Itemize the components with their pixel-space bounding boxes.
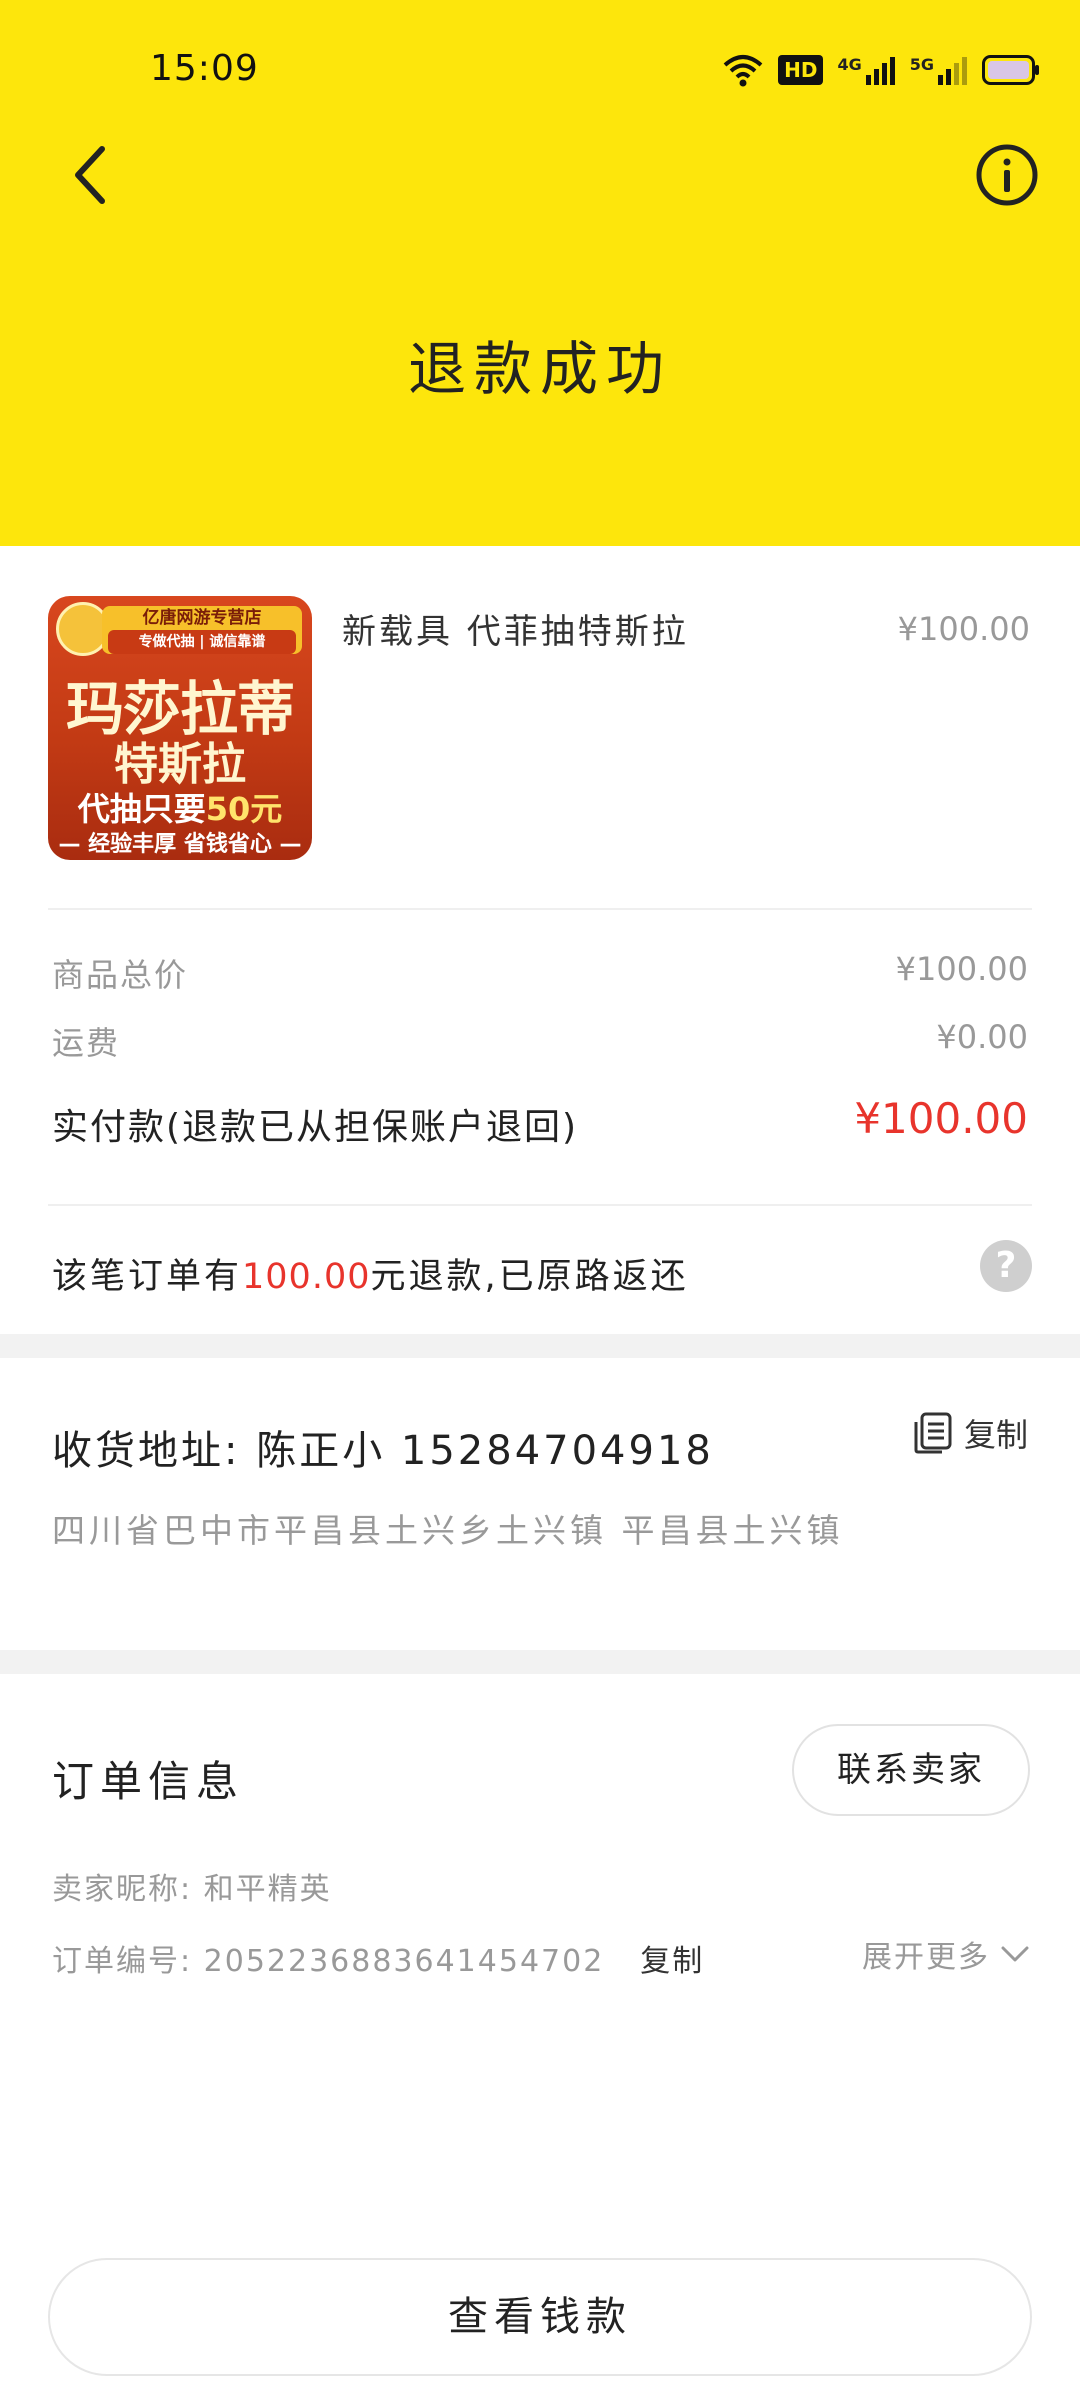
price-row-value: ¥100.00: [854, 1094, 1028, 1143]
seller-nickname: 卖家昵称: 和平精英: [52, 1872, 332, 1907]
chevron-left-icon: [75, 146, 105, 204]
refund-note: 该笔订单有100.00元退款,已原路返还: [52, 1248, 689, 1299]
thumb-line-3-amount: 50元: [205, 790, 283, 828]
status-icons: HD 4G 5G: [722, 50, 1040, 90]
status-time: 15:09: [150, 48, 259, 89]
shop-badge-text: 亿唐网游专营店: [142, 608, 262, 628]
product-name: 新载具 代菲抽特斯拉: [342, 612, 689, 652]
address-title: 收货地址: 陈正小 15284704918: [52, 1428, 714, 1474]
shop-badge-sub: 专做代抽 | 诚信靠谱: [108, 630, 296, 654]
product-thumbnail[interactable]: 亿唐网游专营店 专做代抽 | 诚信靠谱 玛莎拉蒂 特斯拉 代抽只要50元 — 经…: [48, 596, 312, 860]
copy-order-number-button[interactable]: 复制: [640, 1944, 704, 1979]
thumb-line-2: 特斯拉: [114, 739, 246, 790]
price-row-label: 实付款(退款已从担保账户退回): [52, 1107, 579, 1148]
copy-address-button[interactable]: 复制: [914, 1408, 1028, 1458]
signal-5g-icon: 5G: [910, 55, 968, 85]
divider: [48, 908, 1032, 910]
help-icon[interactable]: ?: [980, 1240, 1032, 1292]
expand-more-label: 展开更多: [862, 1940, 990, 1975]
header: 15:09 HD 4G 5G 退款成功: [0, 0, 1080, 546]
chevron-down-icon: [1001, 1946, 1029, 1962]
view-funds-button[interactable]: 查看钱款: [48, 2258, 1032, 2376]
order-info-title: 订单信息: [52, 1757, 245, 1806]
product-price: ¥100.00: [897, 610, 1030, 648]
signal-4g-icon: 4G: [837, 55, 895, 85]
copy-icon: [914, 1412, 952, 1454]
copy-address-label: 复制: [963, 1416, 1028, 1454]
wifi-icon: [722, 53, 764, 87]
status-bar: 15:09 HD 4G 5G: [0, 0, 1080, 140]
refund-note-suffix: 元退款,已原路返还: [370, 1257, 689, 1297]
back-button[interactable]: [60, 140, 120, 210]
order-number: 订单编号: 2052236883641454702: [52, 1944, 605, 1979]
order-number-row: 订单编号: 2052236883641454702 复制: [52, 1936, 704, 1980]
divider: [48, 1204, 1032, 1206]
hd-icon: HD: [778, 55, 824, 85]
shop-badge: 亿唐网游专营店 专做代抽 | 诚信靠谱: [102, 606, 302, 654]
thumb-line-3-prefix: 代抽只要: [77, 790, 206, 828]
price-row-value: ¥0.00: [936, 1018, 1028, 1056]
refund-note-prefix: 该笔订单有: [52, 1257, 243, 1297]
expand-more-button[interactable]: 展开更多: [862, 1932, 1030, 1976]
price-row-label: 商品总价: [52, 956, 189, 994]
section-separator: [0, 1334, 1080, 1358]
signal-5g-label: 5G: [909, 55, 934, 74]
price-row-value: ¥100.00: [895, 950, 1028, 988]
signal-4g-label: 4G: [837, 55, 862, 74]
contact-seller-button[interactable]: 联系卖家: [792, 1724, 1030, 1816]
thumb-line-4: — 经验丰厚 省钱省心 —: [58, 832, 302, 857]
thumb-line-3: 代抽只要50元: [56, 784, 304, 830]
info-icon: [976, 144, 1038, 206]
refund-amount: 100.00: [242, 1257, 371, 1297]
page-title: 退款成功: [407, 335, 672, 403]
section-separator: [0, 1650, 1080, 1674]
price-row-label: 运费: [52, 1024, 121, 1062]
battery-icon: [982, 55, 1040, 85]
product-card[interactable]: 亿唐网游专营店 专做代抽 | 诚信靠谱 玛莎拉蒂 特斯拉 代抽只要50元 — 经…: [0, 546, 1080, 906]
info-button[interactable]: [972, 140, 1042, 210]
address-detail: 四川省巴中市平昌县土兴乡土兴镇 平昌县土兴镇: [52, 1511, 844, 1550]
